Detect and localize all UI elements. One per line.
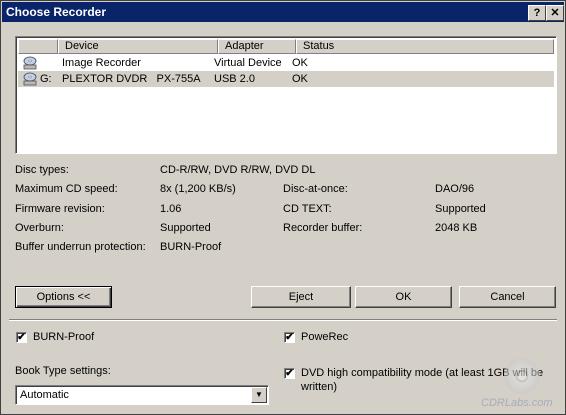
powerec-label: PoweRec <box>301 331 349 343</box>
ok-button[interactable]: OK <box>355 286 452 308</box>
chevron-down-icon[interactable]: ▼ <box>251 387 267 403</box>
disc-types-value: CD-R/RW, DVD R/RW, DVD DL <box>160 164 316 176</box>
dvd-compat-label-cont: written) <box>301 381 338 393</box>
buffer-protection-value: BURN-Proof <box>160 241 222 253</box>
column-status[interactable]: Status <box>296 39 554 54</box>
powerec-checkbox[interactable]: ✔ <box>284 332 295 343</box>
list-item[interactable]: G: PLEXTOR DVDR PX-755A USB 2.0 OK <box>18 71 554 87</box>
max-cd-speed-value: 8x (1,200 KB/s) <box>160 183 236 195</box>
device-adapter: USB 2.0 <box>214 73 255 85</box>
cdtext-label: CD TEXT: <box>283 203 332 215</box>
list-header: Device Adapter Status <box>18 39 554 54</box>
device-adapter: Virtual Device <box>214 57 282 69</box>
drive-letter: G: <box>40 73 52 85</box>
title-bar[interactable]: Choose Recorder ? ✕ <box>2 2 564 22</box>
booktype-label: Book Type settings: <box>15 365 111 377</box>
buffer-protection-label: Buffer underrun protection: <box>15 241 146 253</box>
burnproof-label: BURN-Proof <box>33 331 95 343</box>
list-item[interactable]: Image Recorder Virtual Device OK <box>18 55 554 71</box>
booktype-value: Automatic <box>20 389 69 401</box>
device-name: PLEXTOR DVDR PX-755A <box>62 73 201 85</box>
watermark-disc-icon <box>504 358 540 394</box>
window-title: Choose Recorder <box>6 5 107 19</box>
cancel-button[interactable]: Cancel <box>459 286 556 308</box>
recorder-list[interactable]: Device Adapter Status Image Recorder Vir… <box>15 36 557 154</box>
device-status: OK <box>292 73 308 85</box>
column-icon[interactable] <box>18 39 58 54</box>
image-recorder-icon <box>23 56 37 70</box>
options-button[interactable]: Options << <box>15 286 112 308</box>
recorder-buffer-label: Recorder buffer: <box>283 222 363 234</box>
cdtext-value: Supported <box>435 203 486 215</box>
choose-recorder-dialog: Choose Recorder ? ✕ Device Adapter Statu… <box>0 0 566 415</box>
help-button[interactable]: ? <box>528 5 546 21</box>
eject-button[interactable]: Eject <box>251 286 351 308</box>
column-adapter[interactable]: Adapter <box>218 39 296 54</box>
firmware-label: Firmware revision: <box>15 203 105 215</box>
close-button[interactable]: ✕ <box>546 5 564 21</box>
burnproof-checkbox[interactable]: ✔ <box>16 332 27 343</box>
overburn-label: Overburn: <box>15 222 64 234</box>
recorder-buffer-value: 2048 KB <box>435 222 478 234</box>
overburn-value: Supported <box>160 222 211 234</box>
dao-label: Disc-at-once: <box>283 183 348 195</box>
device-name: Image Recorder <box>62 57 141 69</box>
disc-types-label: Disc types: <box>15 164 69 176</box>
dvd-compat-checkbox[interactable]: ✔ <box>284 368 295 379</box>
column-device[interactable]: Device <box>58 39 218 54</box>
device-status: OK <box>292 57 308 69</box>
watermark: CDRLabs.com <box>481 397 553 409</box>
firmware-value: 1.06 <box>160 203 182 215</box>
dao-value: DAO/96 <box>435 183 475 195</box>
max-cd-speed-label: Maximum CD speed: <box>15 183 118 195</box>
booktype-select[interactable]: Automatic ▼ <box>15 385 269 405</box>
dvd-drive-icon <box>23 72 37 86</box>
separator <box>9 319 557 321</box>
